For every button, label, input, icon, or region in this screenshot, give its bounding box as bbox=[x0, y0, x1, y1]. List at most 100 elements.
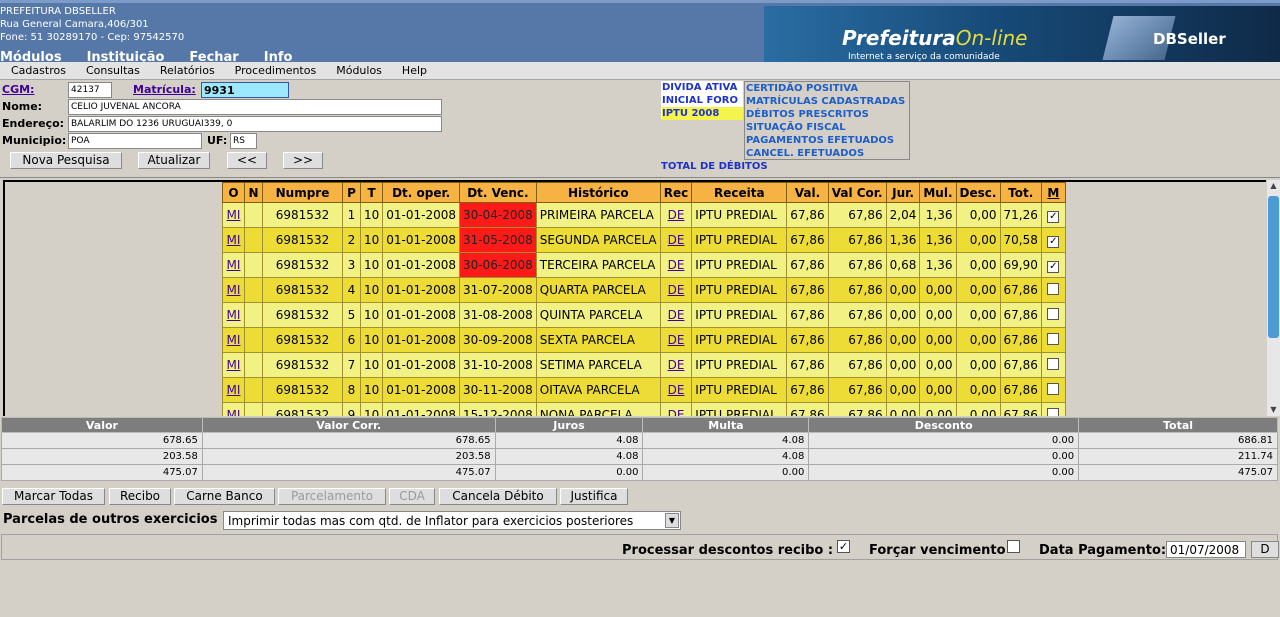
endereco-field[interactable]: BALARLIM DO 1236 URUGUAI339, 0 bbox=[68, 116, 442, 132]
mi-link[interactable]: MI bbox=[227, 208, 241, 222]
cell-tot: 67,86 bbox=[999, 377, 1042, 403]
de-link[interactable]: DE bbox=[668, 258, 685, 272]
processar-descontos-checkbox[interactable]: ✓ bbox=[837, 540, 850, 553]
chevron-down-icon[interactable]: ▼ bbox=[665, 513, 679, 528]
cell-p: 9 bbox=[342, 402, 361, 416]
link-cancel-efetuados[interactable]: CANCEL. EFETUADOS bbox=[746, 147, 909, 160]
debit-type-iptu-2008[interactable]: IPTU 2008 bbox=[662, 107, 743, 120]
atualizar-button[interactable]: Atualizar bbox=[138, 152, 210, 169]
cell-dt-oper: 01-01-2008 bbox=[382, 327, 461, 353]
mi-link[interactable]: MI bbox=[227, 358, 241, 372]
cell-tot: 67,86 bbox=[999, 302, 1042, 328]
scroll-up-icon[interactable]: ▲ bbox=[1267, 180, 1280, 192]
cancela-debito-button[interactable]: Cancela Débito bbox=[439, 488, 557, 505]
totals-cell-total: 686.81 bbox=[1078, 432, 1278, 449]
link-matriculas-cadastradas[interactable]: MATRÍCULAS CADASTRADAS bbox=[746, 95, 909, 108]
menu-modulos[interactable]: Módulos bbox=[336, 62, 382, 79]
cell-receita: IPTU PREDIAL bbox=[691, 277, 788, 303]
link-debitos-prescritos[interactable]: DÉBITOS PRESCRITOS bbox=[746, 108, 909, 121]
de-link[interactable]: DE bbox=[668, 308, 685, 322]
cgm-label-link[interactable]: CGM: bbox=[2, 83, 34, 96]
forcar-vencimento-checkbox[interactable] bbox=[1007, 540, 1020, 553]
de-link[interactable]: DE bbox=[668, 283, 685, 297]
menu-consultas[interactable]: Consultas bbox=[86, 62, 140, 79]
cell-p: 7 bbox=[342, 352, 361, 378]
cell-val: 67,86 bbox=[786, 252, 829, 278]
cell-desc: 0,00 bbox=[955, 252, 1001, 278]
row-select-checkbox[interactable]: ✓ bbox=[1047, 235, 1060, 248]
debit-type-inicial-foro[interactable]: INICIAL FORO bbox=[662, 94, 743, 107]
scroll-down-icon[interactable]: ▼ bbox=[1267, 404, 1280, 416]
totals-header-valor-corr: Valor Corr. bbox=[201, 417, 496, 433]
cell-o: MI bbox=[222, 402, 245, 416]
row-select-checkbox[interactable] bbox=[1047, 282, 1060, 295]
cell-dt-venc: 30-09-2008 bbox=[459, 327, 537, 353]
recibo-button[interactable]: Recibo bbox=[109, 488, 171, 505]
cell-tot: 70,58 bbox=[999, 227, 1042, 253]
cell-m bbox=[1040, 302, 1066, 328]
matricula-label-link[interactable]: Matrícula: bbox=[133, 83, 196, 96]
col-header-rec: Rec bbox=[659, 182, 693, 203]
col-header-historico: Histórico bbox=[535, 182, 661, 203]
mi-link[interactable]: MI bbox=[227, 383, 241, 397]
data-pagamento-input[interactable]: 01/07/2008 bbox=[1166, 541, 1246, 558]
header: PREFEITURA DBSELLER Rua General Camara,4… bbox=[0, 0, 1280, 65]
row-select-checkbox[interactable] bbox=[1047, 332, 1060, 345]
mi-link[interactable]: MI bbox=[227, 408, 241, 416]
link-certidao-positiva[interactable]: CERTIDÃO POSITIVA bbox=[746, 82, 909, 95]
col-header-dt-venc: Dt. Venc. bbox=[459, 182, 537, 203]
cgm-field[interactable]: 42137 bbox=[68, 82, 112, 98]
row-select-checkbox[interactable] bbox=[1047, 407, 1060, 416]
date-picker-button[interactable]: D bbox=[1251, 541, 1279, 558]
mi-link[interactable]: MI bbox=[227, 333, 241, 347]
next-button[interactable]: >> bbox=[283, 152, 323, 169]
scroll-thumb[interactable] bbox=[1268, 196, 1279, 338]
totals-cell-valor: 678.65 bbox=[1, 432, 203, 449]
logo-main-text: Prefeitura bbox=[842, 26, 956, 50]
menu-procedimentos[interactable]: Procedimentos bbox=[235, 62, 317, 79]
cell-mul: 0,00 bbox=[919, 302, 957, 328]
cda-button[interactable]: CDA bbox=[389, 488, 435, 505]
row-select-checkbox[interactable]: ✓ bbox=[1047, 210, 1060, 223]
menu-help[interactable]: Help bbox=[402, 62, 427, 79]
justifica-button[interactable]: Justifica bbox=[560, 488, 628, 505]
link-pagamentos-efetuados[interactable]: PAGAMENTOS EFETUADOS bbox=[746, 134, 909, 147]
mi-link[interactable]: MI bbox=[227, 258, 241, 272]
marcar-todas-button[interactable]: Marcar Todas bbox=[2, 488, 105, 505]
table-row: MI 6981532 8 10 01-01-2008 30-11-2008 OITAVA P… bbox=[222, 377, 1066, 403]
parcelas-select[interactable]: Imprimir todas mas com qtd. de Inflator … bbox=[223, 511, 681, 530]
row-select-checkbox[interactable] bbox=[1047, 382, 1060, 395]
row-select-checkbox[interactable]: ✓ bbox=[1047, 260, 1060, 273]
previous-button[interactable]: << bbox=[227, 152, 267, 169]
link-situacao-fiscal[interactable]: SITUAÇÃO FISCAL bbox=[746, 121, 909, 134]
uf-field[interactable]: RS bbox=[230, 133, 257, 149]
table-row: MI 6981532 5 10 01-01-2008 31-08-2008 QUINTA P… bbox=[222, 302, 1066, 328]
mi-link[interactable]: MI bbox=[227, 283, 241, 297]
de-link[interactable]: DE bbox=[668, 208, 685, 222]
menu-relatorios[interactable]: Relatórios bbox=[160, 62, 215, 79]
parcelamento-button[interactable]: Parcelamento bbox=[278, 488, 386, 505]
mi-link[interactable]: MI bbox=[227, 233, 241, 247]
carne-banco-button[interactable]: Carne Banco bbox=[174, 488, 275, 505]
col-header-val-cor: Val Cor. bbox=[827, 182, 887, 203]
de-link[interactable]: DE bbox=[668, 383, 685, 397]
de-link[interactable]: DE bbox=[668, 333, 685, 347]
debit-type-divida-ativa[interactable]: DIVIDA ATIVA bbox=[662, 81, 743, 94]
grid-scrollbar[interactable]: ▲ ▼ bbox=[1267, 180, 1280, 416]
nome-label: Nome: bbox=[2, 100, 43, 113]
nova-pesquisa-button[interactable]: Nova Pesquisa bbox=[10, 152, 122, 169]
total-debitos-link[interactable]: TOTAL DE DÉBITOS bbox=[661, 161, 768, 172]
cell-rec: DE bbox=[659, 202, 693, 228]
cell-numpre: 6981532 bbox=[262, 277, 343, 303]
menu-cadastros[interactable]: Cadastros bbox=[11, 62, 66, 79]
row-select-checkbox[interactable] bbox=[1047, 357, 1060, 370]
col-header-m[interactable]: M bbox=[1040, 182, 1066, 203]
nome-field[interactable]: CELIO JUVENAL ANCORA bbox=[68, 99, 442, 115]
row-select-checkbox[interactable] bbox=[1047, 307, 1060, 320]
matricula-field[interactable]: 9931 bbox=[201, 82, 289, 98]
municipio-field[interactable]: POA bbox=[68, 133, 202, 149]
de-link[interactable]: DE bbox=[668, 233, 685, 247]
de-link[interactable]: DE bbox=[668, 408, 685, 416]
de-link[interactable]: DE bbox=[668, 358, 685, 372]
mi-link[interactable]: MI bbox=[227, 308, 241, 322]
